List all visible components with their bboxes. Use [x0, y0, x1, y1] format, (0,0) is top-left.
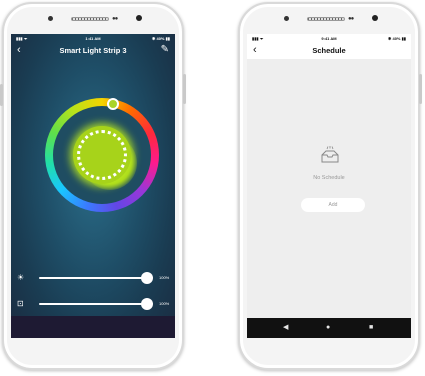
battery-icon: ✱ 40% ▮▮: [152, 36, 170, 41]
brightness-slider[interactable]: ☀ 100%: [17, 272, 170, 284]
power-button: [183, 74, 186, 104]
temperature-track[interactable]: [39, 303, 147, 305]
speaker-grille: [71, 17, 109, 21]
color-preview-dots: [77, 130, 127, 180]
power-button: [419, 74, 422, 104]
status-bar: ▮▮▮ ᯤ 1:41 AM ✱ 40% ▮▮: [11, 34, 175, 43]
header: ‹ Smart Light Strip 3 ✎: [11, 43, 175, 59]
brightness-value: 100%: [159, 275, 170, 280]
header: ‹ Schedule: [247, 43, 411, 59]
empty-inbox-icon: [321, 146, 339, 163]
temperature-value: 100%: [159, 301, 170, 306]
brightness-track[interactable]: [39, 277, 147, 279]
light-control-screen: ▮▮▮ ᯤ 1:41 AM ✱ 40% ▮▮ ‹ Smart Light Str…: [11, 34, 175, 338]
volume-button: [0, 84, 3, 106]
front-camera-icon: [136, 15, 142, 21]
battery-icon: ✱ 40% ▮▮: [388, 36, 406, 41]
sensor-icon: [48, 16, 53, 21]
temperature-slider[interactable]: ⊡ 100%: [17, 298, 170, 310]
two-phone-mockup: ●● ▮▮▮ ᯤ 1:41 AM ✱ 40% ▮▮ ‹ Smart Light …: [0, 0, 425, 376]
sensor-dots: ●●: [348, 16, 354, 22]
empty-state-text: No Schedule: [313, 175, 345, 181]
sensor-dots: ●●: [112, 16, 118, 22]
phone-right: ●● ▮▮▮ ᯤ 9:41 AM ✱ 40% ▮▮ ‹ Schedule No …: [238, 2, 422, 370]
temperature-icon: ⊡: [17, 299, 24, 308]
nav-recents-icon[interactable]: ■: [369, 318, 373, 338]
speaker-grille: [307, 17, 345, 21]
edit-icon[interactable]: ✎: [161, 44, 169, 56]
page-title: Schedule: [312, 46, 346, 55]
schedule-screen: ▮▮▮ ᯤ 9:41 AM ✱ 40% ▮▮ ‹ Schedule No Sch…: [247, 34, 411, 338]
status-time: 9:41 AM: [321, 36, 337, 41]
nav-home-icon[interactable]: ●: [326, 318, 330, 338]
page-title: Smart Light Strip 3: [59, 46, 127, 55]
front-camera-icon: [372, 15, 378, 21]
phone-left: ●● ▮▮▮ ᯤ 1:41 AM ✱ 40% ▮▮ ‹ Smart Light …: [0, 2, 186, 370]
brightness-thumb[interactable]: [141, 272, 153, 284]
status-bar: ▮▮▮ ᯤ 9:41 AM ✱ 40% ▮▮: [247, 34, 411, 43]
color-picker-knob[interactable]: [107, 98, 119, 110]
selected-color-preview[interactable]: [73, 126, 131, 184]
sensor-icon: [284, 16, 289, 21]
add-schedule-button[interactable]: Add: [301, 198, 365, 212]
nav-back-icon[interactable]: ◀: [283, 318, 288, 338]
sun-icon: ☀: [17, 273, 25, 282]
system-nav-bar: ◀ ● ■: [247, 318, 411, 338]
status-time: 1:41 AM: [85, 36, 101, 41]
bottom-strip: [11, 316, 175, 338]
temperature-thumb[interactable]: [141, 298, 153, 310]
